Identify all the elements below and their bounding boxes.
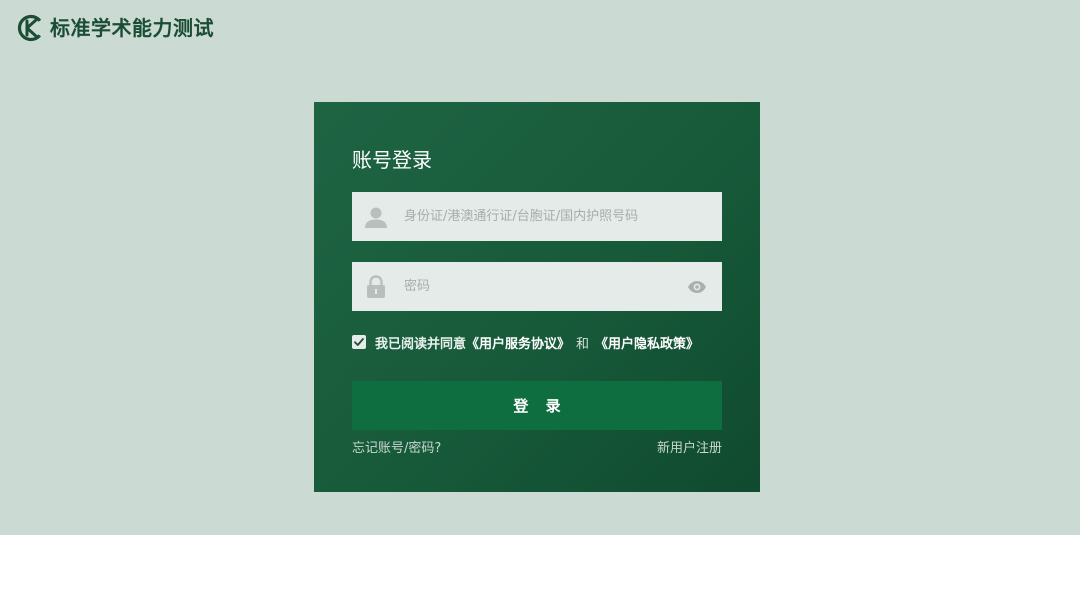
brand-header[interactable]: 标准学术能力测试 [16,12,214,44]
password-input[interactable] [404,262,686,311]
check-icon [354,338,364,346]
lock-icon [363,274,389,300]
agreement-checkbox[interactable] [352,335,366,349]
id-number-input[interactable] [404,192,722,241]
agreement-prefix: 我已阅读并同意 [375,336,467,352]
user-agreement-link[interactable]: 《用户服务协议》 [466,333,570,352]
forgot-password-link[interactable]: 忘记账号/密码? [352,440,441,458]
sk-monogram-icon [17,14,45,42]
privacy-policy-link[interactable]: 《用户隐私政策》 [595,333,699,352]
agreement-and: 和 [576,336,590,352]
user-icon [363,204,389,230]
page-footer-area [0,535,1080,608]
id-number-field[interactable] [352,192,722,241]
password-field[interactable] [352,262,722,311]
agreement-row: 我已阅读并同意 《用户服务协议》 和 《用户隐私政策》 [352,332,699,352]
login-page: 标准学术能力测试 账号登录 身份证/港澳通行证/台胞证/国内护照号码 我已阅读并… [0,0,1080,608]
login-button[interactable]: 登 录 [352,381,722,430]
register-link[interactable]: 新用户注册 [657,440,722,458]
login-title: 账号登录 [352,148,432,172]
eye-icon[interactable] [686,276,708,298]
login-panel: 账号登录 身份证/港澳通行证/台胞证/国内护照号码 我已阅读并同意 《用户服务协… [314,102,760,492]
brand-title: 标准学术能力测试 [50,16,214,40]
